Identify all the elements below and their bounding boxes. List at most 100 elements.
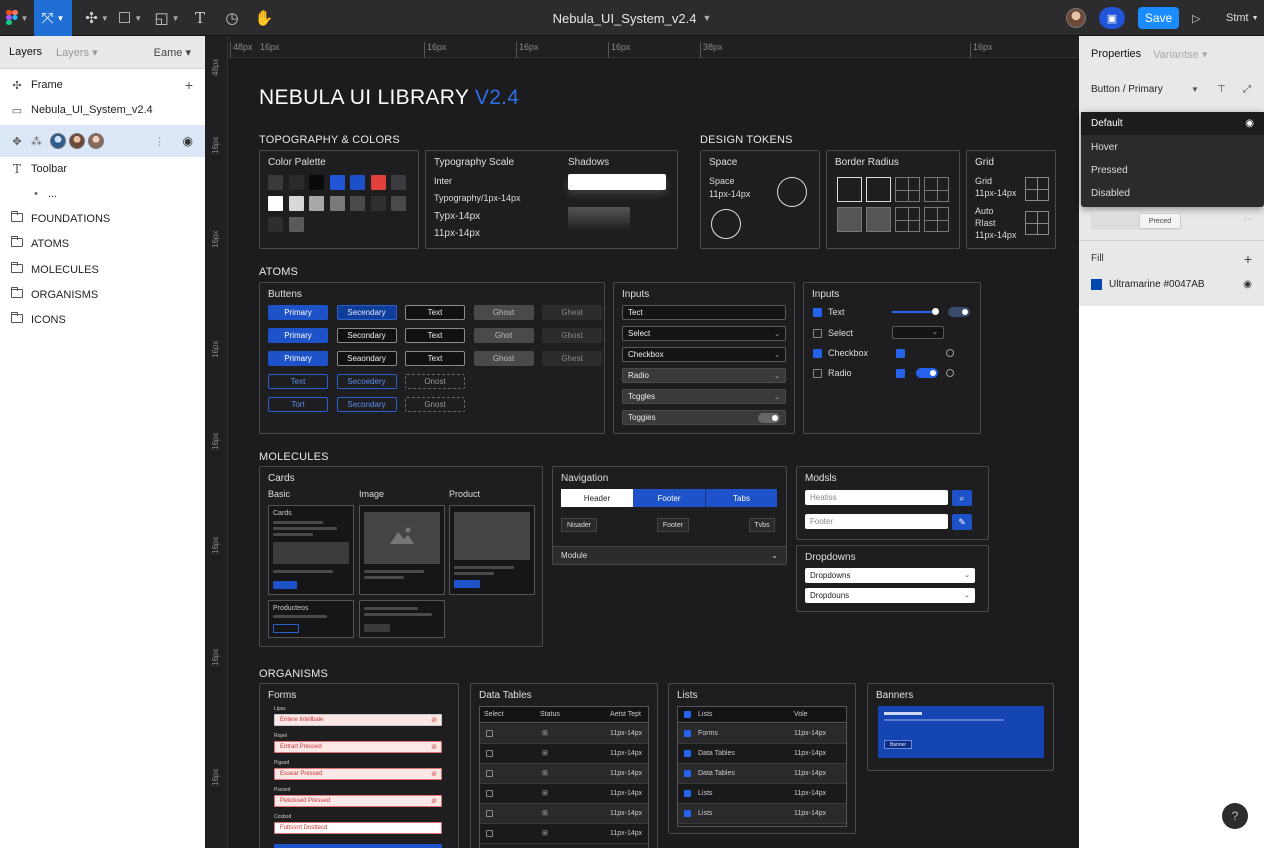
text-style-icon[interactable]: ⊤ — [1217, 84, 1226, 95]
tab-layers[interactable]: Layers — [9, 46, 42, 58]
button-text[interactable]: Text — [405, 351, 465, 366]
toggle-switch[interactable] — [948, 307, 970, 317]
tab-frame-select[interactable]: Eame ▾ — [154, 46, 191, 59]
image-card[interactable] — [359, 505, 445, 595]
selected-layer-row[interactable]: ✥ ⁂ ⋮ ◉ — [0, 125, 205, 157]
input-radio[interactable]: Radio ⌄ — [622, 368, 786, 383]
list-card[interactable] — [359, 600, 445, 638]
row-checkbox[interactable] — [486, 790, 493, 797]
add-fill-icon[interactable]: + — [1244, 251, 1252, 267]
button-secondary[interactable]: Secondary — [336, 397, 397, 412]
checkbox-unchecked[interactable] — [813, 329, 822, 338]
eye-icon[interactable]: ◉ — [1243, 279, 1252, 290]
search-button[interactable]: ⌕ — [952, 490, 972, 506]
tab-properties[interactable]: Properties — [1091, 48, 1141, 60]
row-checkbox[interactable] — [486, 830, 493, 837]
button-text[interactable]: Text — [405, 328, 465, 343]
checkbox-checked[interactable] — [896, 369, 905, 378]
more-icon[interactable]: ⋯ — [1244, 214, 1254, 225]
form-input[interactable]: Entere Intellbale ⊘ — [274, 714, 442, 726]
list-item[interactable]: Forms 11px-14px — [678, 724, 846, 744]
button-onost[interactable]: Onost — [405, 374, 465, 389]
tab-variants[interactable]: Variantse ▾ — [1153, 48, 1207, 61]
button-ghest[interactable]: Ghest — [542, 351, 602, 366]
modal-field-1[interactable]: Heatiss — [805, 490, 948, 505]
list-checkbox[interactable] — [684, 750, 691, 757]
button-seaondary[interactable]: Seaondary — [336, 351, 397, 366]
nav-item-header[interactable]: Nisader — [561, 518, 597, 532]
canvas[interactable]: 48px 16px 16px 16px 16px 38px 16px 48px … — [205, 36, 1079, 848]
state-pressed[interactable]: Pressed — [1081, 159, 1264, 182]
hand-tool-button[interactable]: ✋ — [250, 0, 278, 36]
color-swatch[interactable] — [268, 217, 283, 232]
mini-select[interactable]: ⌄ — [892, 326, 944, 339]
form-submit-button[interactable] — [274, 844, 442, 848]
frame-row[interactable]: ✣ Frame + — [0, 73, 205, 97]
form-input[interactable]: Entrart Pressed ⊘ — [274, 741, 442, 753]
button-ghost[interactable]: Ghost — [473, 305, 534, 320]
frame-tool-button[interactable]: ✣ ▼ — [78, 0, 116, 36]
row-checkbox[interactable] — [486, 730, 493, 737]
shape-tool-button[interactable]: ☐ ▼ — [114, 0, 146, 36]
multiplayer-button[interactable]: ▣ — [1099, 7, 1125, 29]
design-frame[interactable]: NEBULA UI LIBRARY V2.4 TOPOGRAPHY & COLO… — [228, 58, 1079, 848]
products-outline-button[interactable] — [273, 624, 299, 633]
button-tort[interactable]: Tort — [268, 397, 328, 412]
table-row[interactable]: ⊞ 11px-14px — [480, 804, 648, 824]
list-item[interactable]: Lists 11px-14px — [678, 804, 846, 824]
eye-icon[interactable]: ◉ — [1245, 118, 1254, 129]
product-action-button[interactable] — [454, 580, 480, 588]
modal-field-2[interactable]: Footer — [805, 514, 948, 529]
color-swatch[interactable] — [268, 175, 283, 190]
tab-layers-secondary[interactable]: Layers ▾ — [56, 46, 98, 59]
color-swatch[interactable] — [391, 196, 406, 211]
text-tool-button[interactable]: T — [186, 0, 214, 36]
group-icons[interactable]: ICONS — [0, 308, 205, 332]
user-avatar[interactable] — [1066, 8, 1086, 28]
state-disabled[interactable]: Disabled — [1081, 182, 1264, 205]
color-swatch[interactable] — [309, 175, 324, 190]
document-title[interactable]: Nebula_UI_System_v2.4 ▼ — [440, 0, 824, 36]
list-checkbox[interactable] — [684, 810, 691, 817]
color-swatch[interactable] — [288, 217, 304, 232]
checkbox-checked[interactable] — [813, 308, 822, 317]
slider-thumb[interactable] — [932, 308, 939, 315]
nav-item-footer[interactable]: Footer — [657, 518, 689, 532]
table-row[interactable]: ⊞ 11px-14px — [480, 724, 648, 744]
button-gnost[interactable]: Gnost — [405, 397, 465, 412]
button-secoedery[interactable]: Secoedery — [336, 374, 397, 389]
button-primary[interactable]: Primary — [268, 351, 328, 366]
color-swatch[interactable] — [350, 196, 365, 211]
color-swatch[interactable] — [329, 196, 345, 211]
toolbar-child-row[interactable]: •... — [0, 182, 205, 206]
color-swatch[interactable] — [391, 175, 406, 190]
checkbox-checked[interactable] — [684, 711, 691, 718]
color-swatch[interactable] — [370, 175, 386, 190]
input-select[interactable]: Select ⌄ — [622, 326, 786, 341]
button-text[interactable]: Text — [405, 305, 465, 320]
state-hover[interactable]: Hover — [1081, 136, 1264, 159]
dropdown-1[interactable]: Dropdowns ⌄ — [805, 568, 975, 583]
button-ghost[interactable]: Ghost — [473, 351, 534, 366]
checkbox-checked[interactable] — [896, 349, 905, 358]
add-icon[interactable]: + — [185, 77, 193, 93]
nav-item-tabs[interactable]: Tvbs — [749, 518, 775, 532]
share-menu[interactable]: Stmt ▼ — [1226, 0, 1259, 36]
products-card[interactable]: Producteos — [268, 600, 354, 638]
button-ghost[interactable]: Ghost — [542, 328, 602, 343]
table-row[interactable]: ⊞ 11px-14px — [480, 784, 648, 804]
more-icon[interactable]: ⋮ — [154, 135, 165, 148]
list-checkbox[interactable] — [684, 730, 691, 737]
group-organisms[interactable]: ORGANISMS — [0, 283, 205, 307]
pressed-chip[interactable]: Preced — [1139, 213, 1181, 229]
checkbox-unchecked[interactable] — [813, 369, 822, 378]
group-molecules[interactable]: MOLECULES — [0, 258, 205, 282]
list-checkbox[interactable] — [684, 770, 691, 777]
button-ghest[interactable]: Ghest — [542, 305, 602, 320]
button-primary[interactable]: Primary — [268, 328, 328, 343]
file-row[interactable]: ▭ Nebula_UI_System_v2.4 — [0, 98, 205, 122]
help-button[interactable]: ? — [1222, 803, 1248, 829]
button-secondary[interactable]: Secondary — [336, 328, 397, 343]
dropdown-2[interactable]: Dropdouns ⌄ — [805, 588, 975, 603]
expand-icon[interactable]: ⤢ — [1243, 84, 1251, 95]
